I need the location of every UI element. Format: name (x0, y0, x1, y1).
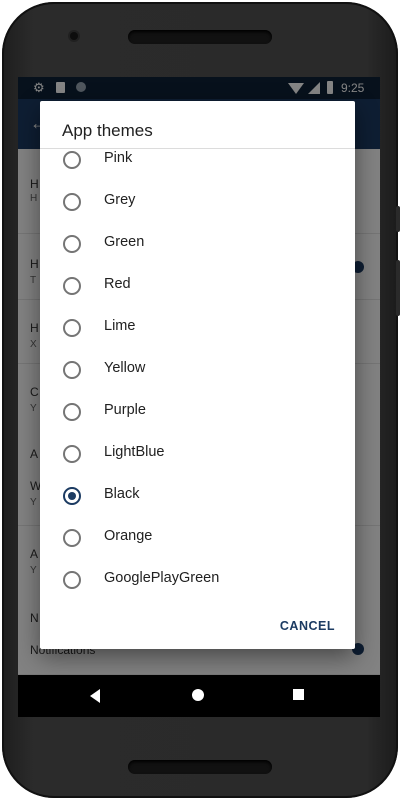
radio-button[interactable] (63, 445, 81, 463)
theme-option-label: Orange (104, 528, 153, 544)
theme-options-list[interactable]: Pink Grey Green Red Lime Yellow Purple L… (40, 149, 355, 599)
home-circle-icon[interactable] (192, 689, 204, 701)
theme-option[interactable]: Black (40, 475, 355, 517)
radio-button-checked[interactable] (63, 487, 81, 505)
theme-option-label: Pink (104, 150, 133, 166)
radio-button[interactable] (63, 193, 81, 211)
app-themes-dialog: App themes Pink Grey Green Red Lime Yell… (40, 101, 355, 649)
front-camera (70, 32, 78, 40)
volume-button (396, 206, 400, 232)
theme-option[interactable]: Purple (40, 391, 355, 433)
radio-button[interactable] (63, 151, 81, 169)
theme-option[interactable]: Lime (40, 307, 355, 349)
theme-option[interactable]: Pink (40, 149, 355, 181)
theme-option-label: Yellow (104, 360, 146, 376)
theme-option-label: Green (104, 234, 145, 250)
theme-option[interactable]: LightBlue (40, 433, 355, 475)
back-triangle-icon[interactable] (90, 689, 100, 703)
theme-option-label: LightBlue (104, 444, 165, 460)
radio-button[interactable] (63, 277, 81, 295)
theme-option-label: GooglePlayGreen (104, 570, 220, 586)
phone-frame: ⚙ 9:25 ← H H H T H X C Y A W Y A Y N Not… (0, 0, 400, 800)
theme-option[interactable]: Orange (40, 517, 355, 559)
navigation-bar (18, 675, 380, 717)
radio-button[interactable] (63, 529, 81, 547)
theme-option-label: Lime (104, 318, 136, 334)
screen: ⚙ 9:25 ← H H H T H X C Y A W Y A Y N Not… (18, 77, 380, 717)
radio-button[interactable] (63, 571, 81, 589)
dialog-title: App themes (62, 121, 153, 140)
radio-button[interactable] (63, 403, 81, 421)
radio-button[interactable] (63, 235, 81, 253)
theme-option[interactable]: Yellow (40, 349, 355, 391)
theme-option[interactable]: Green (40, 223, 355, 265)
power-button (396, 260, 400, 316)
cancel-button[interactable]: CANCEL (280, 619, 335, 633)
top-speaker (128, 30, 272, 44)
theme-option-label: Red (104, 276, 131, 292)
theme-option-label: Purple (104, 402, 146, 418)
theme-option-label: Black (104, 486, 140, 502)
theme-option-label: Grey (104, 192, 136, 208)
bottom-speaker (128, 760, 272, 774)
theme-option[interactable]: Red (40, 265, 355, 307)
theme-option[interactable]: GooglePlayGreen (40, 559, 355, 599)
radio-button[interactable] (63, 361, 81, 379)
recents-square-icon[interactable] (293, 689, 304, 700)
radio-button[interactable] (63, 319, 81, 337)
theme-option[interactable]: Grey (40, 181, 355, 223)
